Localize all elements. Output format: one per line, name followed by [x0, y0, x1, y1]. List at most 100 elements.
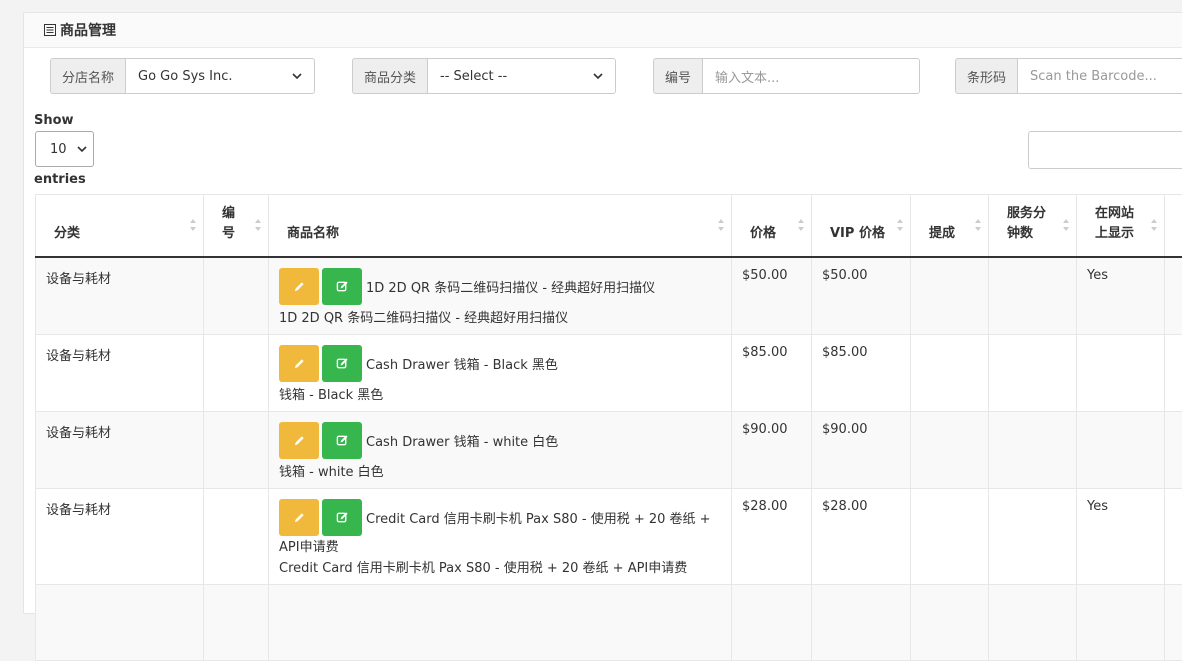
col-service-minutes[interactable]: 服务分 钟数 [989, 195, 1077, 257]
cell-show-on-website [1077, 411, 1165, 488]
col-price[interactable]: 价格 [732, 195, 812, 257]
store-select[interactable]: Go Go Sys Inc. [125, 58, 315, 94]
cell-price: $50.00 [732, 257, 812, 335]
cell-category: 设备与耗材 [36, 411, 204, 488]
code-input[interactable]: 输入文本... [702, 58, 920, 94]
product-subtitle: 钱箱 - Black 黑色 [279, 384, 721, 403]
col-category[interactable]: 分类 [36, 195, 204, 257]
product-name: Credit Card 信用卡刷卡机 Pax S80 - 使用税 + 20 卷纸… [366, 508, 711, 527]
list-icon [44, 24, 56, 36]
cell-extra [1165, 411, 1182, 488]
sort-icon [1062, 217, 1070, 233]
col-vip-price[interactable]: VIP 价格 [812, 195, 911, 257]
page-length-select[interactable]: 10 [35, 131, 94, 167]
cell-commission [911, 257, 989, 335]
cell-extra [1165, 334, 1182, 411]
code-filter: 编号 输入文本... [653, 58, 920, 94]
cell-name: Credit Card 信用卡刷卡机 Pax S80 - 使用税 + 20 卷纸… [269, 488, 732, 584]
cell-show-on-website: Yes [1077, 257, 1165, 335]
product-name: Cash Drawer 钱箱 - Black 黑色 [366, 354, 558, 373]
show-label: Show [34, 113, 74, 128]
table-row [36, 584, 1182, 660]
barcode-filter-label: 条形码 [955, 58, 1017, 94]
pencil-icon [293, 357, 306, 370]
store-filter: 分店名称 Go Go Sys Inc. [50, 58, 315, 94]
product-subtitle: Credit Card 信用卡刷卡机 Pax S80 - 使用税 + 20 卷纸… [279, 557, 721, 576]
col-code[interactable]: 编 号 [204, 195, 269, 257]
cell-name: Cash Drawer 钱箱 - white 白色 钱箱 - white 白色 [269, 411, 732, 488]
table-search-input[interactable] [1028, 131, 1182, 169]
product-subtitle: 钱箱 - white 白色 [279, 461, 721, 480]
cell-show-on-website [1077, 334, 1165, 411]
edit-button[interactable] [279, 268, 319, 305]
product-management-panel: 商品管理 分店名称 Go Go Sys Inc. 商品分类 -- Select … [23, 12, 1182, 614]
edit-button[interactable] [279, 345, 319, 382]
pencil-icon [293, 511, 306, 524]
edit-square-icon [336, 511, 349, 524]
cell-extra [1165, 257, 1182, 335]
chevron-down-icon [77, 145, 87, 153]
sort-icon [974, 217, 982, 233]
chevron-down-icon [292, 72, 302, 80]
page-title: 商品管理 [60, 20, 116, 40]
cell-price: $90.00 [732, 411, 812, 488]
sort-icon [189, 217, 197, 233]
cell-commission [911, 334, 989, 411]
code-filter-label: 编号 [653, 58, 702, 94]
barcode-filter: 条形码 Scan the Barcode... [955, 58, 1182, 94]
col-commission[interactable]: 提成 [911, 195, 989, 257]
category-filter-label: 商品分类 [352, 58, 427, 94]
edit-button[interactable] [279, 422, 319, 459]
edit-square-icon [336, 357, 349, 370]
detail-button[interactable] [322, 268, 362, 305]
table-row: 设备与耗材 Credit Card 信用卡刷卡机 Pax S80 - 使用税 +… [36, 488, 1182, 584]
product-name-continued: API申请费 [279, 536, 721, 555]
cell-code [204, 257, 269, 335]
edit-square-icon [336, 280, 349, 293]
cell-vip-price: $28.00 [812, 488, 911, 584]
table-row: 设备与耗材 1D 2D QR 条码二维码扫描仪 - 经典超好用扫描仪 1D 2D… [36, 257, 1182, 335]
store-filter-label: 分店名称 [50, 58, 125, 94]
edit-square-icon [336, 434, 349, 447]
cell-commission [911, 488, 989, 584]
panel-heading: 商品管理 [24, 13, 1182, 48]
cell-service-minutes [989, 257, 1077, 335]
pencil-icon [293, 280, 306, 293]
col-show-on-website[interactable]: 在网站 上显示 [1077, 195, 1165, 257]
cell-service-minutes [989, 411, 1077, 488]
category-select[interactable]: -- Select -- [427, 58, 616, 94]
cell-show-on-website: Yes [1077, 488, 1165, 584]
sort-icon [1150, 217, 1158, 233]
edit-button[interactable] [279, 499, 319, 536]
chevron-down-icon [593, 72, 603, 80]
category-filter: 商品分类 -- Select -- [352, 58, 616, 94]
col-extra [1165, 195, 1182, 257]
cell-name: Cash Drawer 钱箱 - Black 黑色 钱箱 - Black 黑色 [269, 334, 732, 411]
cell-service-minutes [989, 488, 1077, 584]
product-name: Cash Drawer 钱箱 - white 白色 [366, 431, 558, 450]
products-table: 分类 编 号 商品名称 价格 VIP 价格 [35, 194, 1182, 661]
cell-service-minutes [989, 334, 1077, 411]
sort-icon [254, 217, 262, 233]
detail-button[interactable] [322, 499, 362, 536]
sort-icon [896, 217, 904, 233]
cell-name: 1D 2D QR 条码二维码扫描仪 - 经典超好用扫描仪 1D 2D QR 条码… [269, 257, 732, 335]
entries-label: entries [34, 172, 86, 187]
pencil-icon [293, 434, 306, 447]
barcode-input[interactable]: Scan the Barcode... [1017, 58, 1182, 94]
cell-vip-price: $85.00 [812, 334, 911, 411]
detail-button[interactable] [322, 345, 362, 382]
cell-price: $28.00 [732, 488, 812, 584]
sort-icon [797, 217, 805, 233]
detail-button[interactable] [322, 422, 362, 459]
table-row: 设备与耗材 Cash Drawer 钱箱 - white 白色 钱箱 - whi… [36, 411, 1182, 488]
product-name: 1D 2D QR 条码二维码扫描仪 - 经典超好用扫描仪 [366, 277, 655, 296]
col-name[interactable]: 商品名称 [269, 195, 732, 257]
cell-vip-price: $90.00 [812, 411, 911, 488]
product-subtitle: 1D 2D QR 条码二维码扫描仪 - 经典超好用扫描仪 [279, 307, 721, 326]
cell-code [204, 488, 269, 584]
cell-code [204, 411, 269, 488]
cell-category: 设备与耗材 [36, 257, 204, 335]
cell-extra [1165, 488, 1182, 584]
cell-category: 设备与耗材 [36, 488, 204, 584]
